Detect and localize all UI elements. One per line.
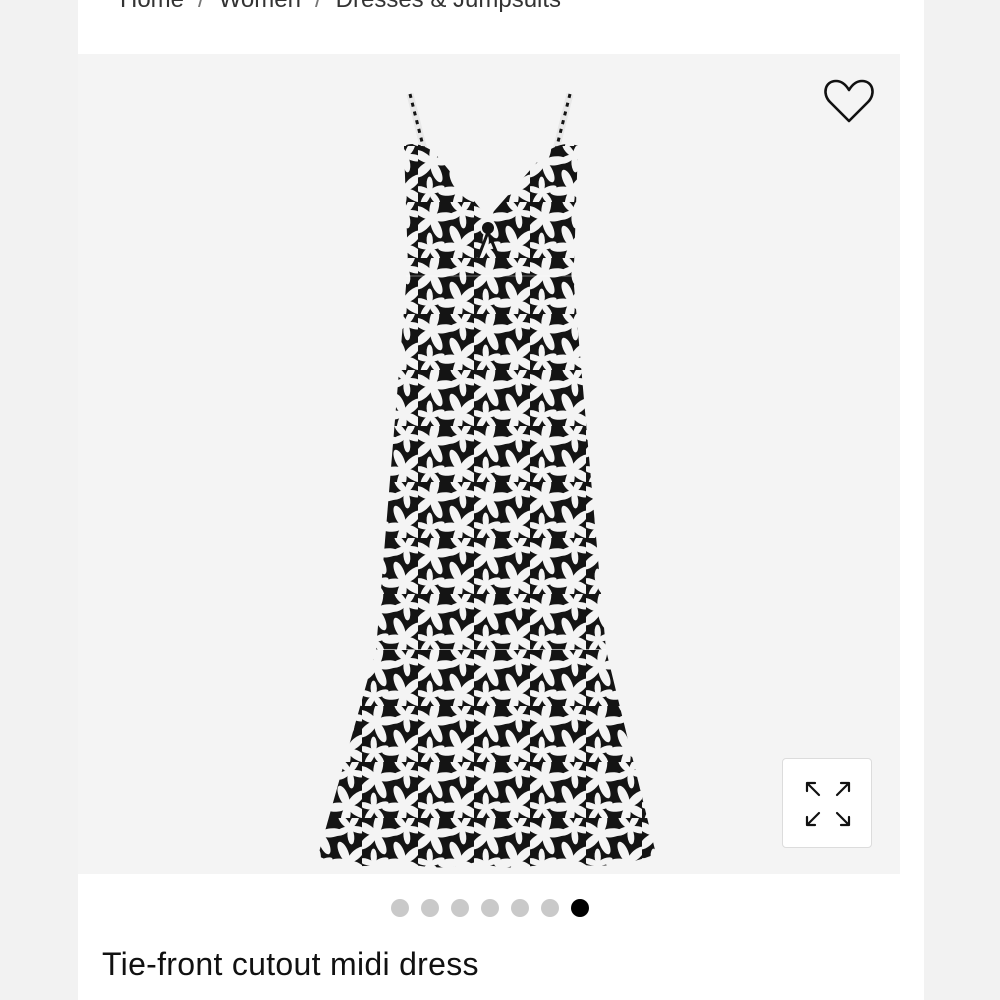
carousel-dot[interactable] — [421, 899, 439, 917]
product-title: Tie-front cutout midi dress — [102, 946, 479, 982]
carousel-dot-active[interactable] — [571, 899, 589, 917]
carousel-dot[interactable] — [481, 899, 499, 917]
carousel-dot[interactable] — [391, 899, 409, 917]
wishlist-heart-icon[interactable] — [822, 76, 876, 126]
breadcrumb-women[interactable]: Women — [219, 0, 301, 14]
image-carousel-dots — [391, 899, 589, 917]
breadcrumb-home[interactable]: Home — [120, 0, 184, 14]
product-image — [318, 93, 656, 868]
breadcrumb-separator: / — [198, 0, 205, 14]
breadcrumb: Home / Women / Dresses & Jumpsuits — [120, 0, 561, 14]
product-page: Home / Women / Dresses & Jumpsuits — [78, 0, 924, 1000]
product-image-panel[interactable] — [78, 54, 900, 874]
carousel-dot[interactable] — [451, 899, 469, 917]
expand-icon — [805, 781, 851, 827]
carousel-dot[interactable] — [541, 899, 559, 917]
breadcrumb-dresses-jumpsuits[interactable]: Dresses & Jumpsuits — [336, 0, 561, 14]
breadcrumb-separator: / — [315, 0, 322, 14]
carousel-dot[interactable] — [511, 899, 529, 917]
expand-image-button[interactable] — [782, 758, 872, 848]
